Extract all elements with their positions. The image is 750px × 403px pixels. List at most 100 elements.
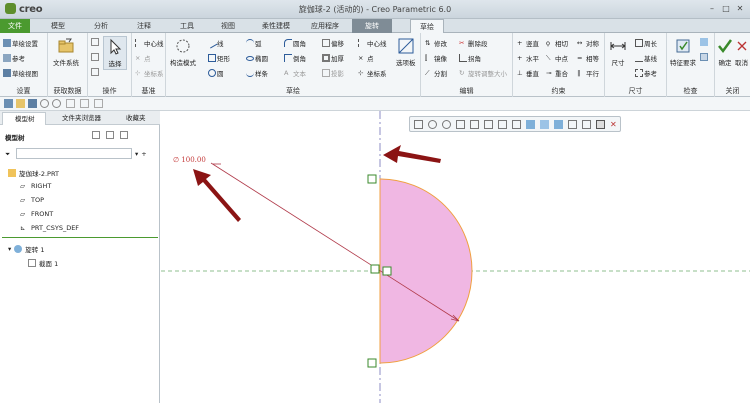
tab-flexible-modeling[interactable]: 柔性建模 xyxy=(256,19,296,33)
tree-show-icon[interactable] xyxy=(120,131,128,139)
group-label[interactable]: 约束 xyxy=(513,86,604,96)
tree-item-section[interactable]: 截面 1 xyxy=(28,258,58,268)
tab-analysis[interactable]: 分析 xyxy=(86,19,116,33)
close-window-icon[interactable] xyxy=(94,99,103,108)
inspect-shade-icon[interactable] xyxy=(700,38,708,46)
copy-icon[interactable] xyxy=(91,53,99,61)
perpendicular-constraint-button[interactable]: ⊥ 垂直 xyxy=(517,68,539,78)
tree-search-input[interactable] xyxy=(16,148,132,159)
fillet-button[interactable]: 圆角 xyxy=(284,38,306,48)
text-button[interactable]: A 文本 xyxy=(284,68,306,78)
datum-csys-button[interactable]: ⊹ 坐标系 xyxy=(135,68,164,78)
dimension-button[interactable]: 尺寸 xyxy=(609,37,627,67)
tree-columns-icon[interactable] xyxy=(106,131,114,139)
coincident-constraint-button[interactable]: ⊸ 重合 xyxy=(546,68,568,78)
sketch-centerline-button[interactable]: 中心线 xyxy=(358,38,387,48)
construction-mode-button[interactable]: 构造模式 xyxy=(170,37,196,67)
rotate-resize-button[interactable]: ↻ 旋转调整大小 xyxy=(459,68,507,78)
tab-file[interactable]: 文件 xyxy=(0,19,30,33)
circle-button[interactable]: 圆 xyxy=(208,68,224,78)
ellipse-button[interactable]: 椭圆 xyxy=(246,53,268,63)
tab-model-tree[interactable]: 模型树 xyxy=(2,112,46,125)
constraint-marker-icon[interactable] xyxy=(370,264,380,274)
spline-button[interactable]: 样条 xyxy=(246,68,268,78)
tab-applications[interactable]: 应用程序 xyxy=(305,19,345,33)
chamfer-button[interactable]: 倒角 xyxy=(284,53,306,63)
midpoint-constraint-button[interactable]: ⟍ 中点 xyxy=(546,53,568,63)
tab-tools[interactable]: 工具 xyxy=(172,19,202,33)
open-icon[interactable] xyxy=(16,99,25,108)
cancel-button[interactable]: 取消 xyxy=(735,37,748,67)
tab-view[interactable]: 视图 xyxy=(213,19,243,33)
delete-segment-button[interactable]: ✂ 删除段 xyxy=(459,38,488,48)
redo-icon[interactable] xyxy=(52,99,61,108)
offset-button[interactable]: 偏移 xyxy=(322,38,344,48)
save-icon[interactable] xyxy=(28,99,37,108)
maximize-icon[interactable]: □ xyxy=(720,2,732,14)
group-label[interactable]: 操作 xyxy=(88,86,131,96)
tree-item-top[interactable]: ▱ TOP xyxy=(20,196,44,204)
tab-model[interactable]: 模型 xyxy=(43,19,73,33)
ok-button[interactable]: 确定 xyxy=(716,37,734,67)
tree-add-icon[interactable]: + xyxy=(141,150,146,158)
corner-button[interactable]: 拐角 xyxy=(459,53,481,63)
tree-item-right[interactable]: ▱ RIGHT xyxy=(20,182,51,190)
graphics-area[interactable]: ✕ ∅ 100.00 xyxy=(161,111,750,403)
divide-button[interactable]: ⟋ 分割 xyxy=(425,68,447,78)
tab-favorites[interactable]: 收藏夹 xyxy=(114,112,154,125)
cut-icon[interactable] xyxy=(91,38,99,46)
project-button[interactable]: 投影 xyxy=(322,68,344,78)
palette-button[interactable]: 选项板 xyxy=(396,37,416,67)
baseline-button[interactable]: 基线 xyxy=(635,53,657,63)
minimize-icon[interactable]: – xyxy=(706,2,718,14)
symmetric-constraint-button[interactable]: ↔ 对称 xyxy=(577,38,599,48)
tab-annotate[interactable]: 注释 xyxy=(129,19,159,33)
half-circle-section[interactable] xyxy=(379,178,473,364)
sketch-point-button[interactable]: × 点 xyxy=(358,53,374,63)
tangent-constraint-button[interactable]: ϙ 相切 xyxy=(546,38,568,48)
references-button[interactable]: 参考 xyxy=(3,53,25,63)
group-label[interactable]: 检查 xyxy=(667,86,714,96)
new-icon[interactable] xyxy=(4,99,13,108)
diameter-dimension[interactable]: ∅ 100.00 xyxy=(173,156,206,164)
expand-chevron-icon[interactable]: ▾ xyxy=(8,245,11,253)
tree-item-revolve[interactable]: ▾ 旋转 1 xyxy=(8,244,44,254)
sketch-view-button[interactable]: 草绘视图 xyxy=(3,68,38,78)
datum-point-button[interactable]: × 点 xyxy=(135,53,151,63)
mirror-button[interactable]: ⫿ 镜像 xyxy=(425,53,447,63)
group-label[interactable]: 草绘 xyxy=(166,86,420,96)
inspect-overlap-icon[interactable] xyxy=(700,53,708,61)
tab-folder-browser[interactable]: 文件夹浏览器 xyxy=(50,112,110,125)
group-label[interactable]: 设置 xyxy=(0,86,47,96)
thicken-button[interactable]: 加厚 xyxy=(322,53,344,63)
horizontal-constraint-button[interactable]: + 水平 xyxy=(517,53,539,63)
paste-icon[interactable] xyxy=(91,68,99,76)
perimeter-button[interactable]: 周长 xyxy=(635,38,657,48)
dropdown-chevron-icon[interactable]: ▾ xyxy=(135,150,138,158)
line-button[interactable]: 线 xyxy=(206,37,224,49)
constraint-marker-icon[interactable] xyxy=(382,266,392,276)
file-system-button[interactable]: 文件系统 xyxy=(53,37,79,67)
vertical-constraint-button[interactable]: + 竖直 xyxy=(517,38,539,48)
equal-constraint-button[interactable]: = 相等 xyxy=(577,53,599,63)
constraint-marker-icon[interactable] xyxy=(367,174,377,184)
tab-sketch[interactable]: 草绘 xyxy=(410,19,444,34)
tab-revolve[interactable]: 旋转 xyxy=(352,19,392,33)
rectangle-button[interactable]: 矩形 xyxy=(208,53,230,63)
constraint-marker-icon[interactable] xyxy=(367,358,377,368)
tree-item-front[interactable]: ▱ FRONT xyxy=(20,210,53,218)
tree-settings-icon[interactable] xyxy=(92,131,100,139)
windows-icon[interactable] xyxy=(80,99,89,108)
sketch-setup-button[interactable]: 草绘设置 xyxy=(3,38,38,48)
feature-requirements-button[interactable]: 特征要求 xyxy=(670,37,696,67)
sketch-csys-button[interactable]: ⊹ 坐标系 xyxy=(358,68,387,78)
group-label[interactable]: 尺寸 xyxy=(605,86,666,96)
tree-item-part[interactable]: 旋伽球-2.PRT xyxy=(8,168,59,178)
parallel-constraint-button[interactable]: ∥ 平行 xyxy=(577,68,599,78)
arc-button[interactable]: 弧 xyxy=(246,38,262,48)
tree-item-csys[interactable]: ⊾ PRT_CSYS_DEF xyxy=(20,224,79,232)
datum-centerline-button[interactable]: 中心线 xyxy=(135,38,164,48)
select-button[interactable]: 选择 xyxy=(103,36,127,70)
regenerate-icon[interactable] xyxy=(66,99,75,108)
undo-icon[interactable] xyxy=(40,99,49,108)
